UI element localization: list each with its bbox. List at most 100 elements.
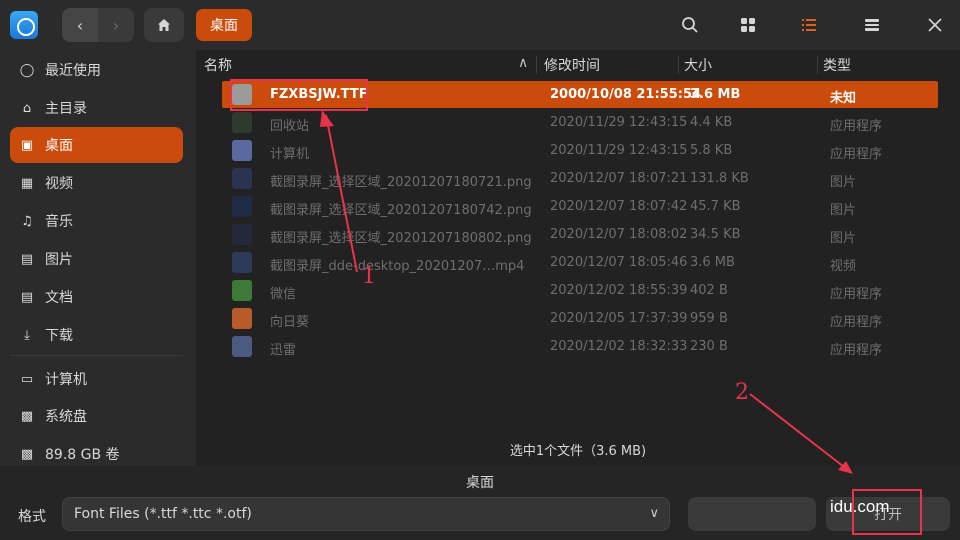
home-icon <box>158 19 170 31</box>
file-name-cell: 向日葵 <box>270 315 310 330</box>
column-separator[interactable] <box>536 56 537 74</box>
grid-view-icon <box>741 18 755 32</box>
file-modified-cell: 2020/12/02 18:32:33 <box>550 339 688 354</box>
table-row[interactable]: 截图录屏_选择区域_20201207180802.png 2020/12/07 1… <box>222 221 938 248</box>
sort-ascending-icon: ∧ <box>518 55 529 71</box>
table-row[interactable]: 计算机 2020/11/29 12:43:15 5.8 KB 应用程序 <box>222 137 938 164</box>
column-header-row: 名称 ∧ 修改时间 大小 类型 <box>196 50 960 80</box>
file-type-cell: 图片 <box>830 203 857 218</box>
column-header-size[interactable]: 大小 <box>684 55 712 75</box>
file-type-cell: 应用程序 <box>830 315 883 330</box>
history-nav: ‹ › <box>62 8 134 42</box>
column-header-name[interactable]: 名称 <box>204 55 232 75</box>
file-type-cell: 应用程序 <box>830 119 883 134</box>
sidebar-item-label: 最近使用 <box>45 63 101 79</box>
format-label: 格式 <box>18 509 46 525</box>
file-size-cell: 402 B <box>690 283 728 298</box>
file-modified-cell: 2020/12/07 18:07:21 <box>550 171 688 186</box>
file-format-select[interactable]: Font Files (*.ttf *.ttc *.otf) ∨ <box>62 497 670 531</box>
sidebar-item-computer[interactable]: ▭ 计算机 <box>10 361 183 397</box>
sidebar-item-desktop[interactable]: ▣ 桌面 <box>10 127 183 163</box>
list-view-button[interactable] <box>796 12 822 38</box>
search-button[interactable] <box>677 12 703 38</box>
file-modified-cell: 2000/10/08 21:55:54 <box>550 87 702 102</box>
sidebar-item-label: 89.8 GB 卷 <box>45 447 120 463</box>
sidebar-item-label: 音乐 <box>45 214 73 230</box>
file-name-cell: 截图录屏_dde-desktop_20201207…mp4 <box>270 259 525 274</box>
file-modified-cell: 2020/12/07 18:05:46 <box>550 255 688 270</box>
cancel-button[interactable] <box>688 497 816 531</box>
document-icon: ▤ <box>20 289 34 305</box>
file-type-cell: 未知 <box>830 91 857 106</box>
file-name-cell: FZXBSJW.TTF <box>270 87 368 102</box>
table-row[interactable]: 截图录屏_选择区域_20201207180742.png 2020/12/07 1… <box>222 193 938 220</box>
disk-icon: ▩ <box>20 408 34 424</box>
image-thumb-icon <box>232 224 252 245</box>
close-icon <box>928 18 942 32</box>
title-bar: ‹ › 桌面 <box>0 0 960 50</box>
file-modified-cell: 2020/11/29 12:43:15 <box>550 115 688 130</box>
table-row[interactable]: 截图录屏_选择区域_20201207180721.png 2020/12/07 1… <box>222 165 938 192</box>
download-icon: ⤓ <box>24 327 30 343</box>
sidebar-item-downloads[interactable]: ⤓ 下载 <box>10 317 183 353</box>
sidebar-item-videos[interactable]: ▦ 视频 <box>10 165 183 201</box>
menu-icon <box>865 19 879 31</box>
home-button[interactable] <box>144 8 184 42</box>
table-row[interactable]: 微信 2020/12/02 18:55:39 402 B 应用程序 <box>222 277 938 304</box>
forward-button[interactable]: › <box>98 8 134 42</box>
file-size-cell: 45.7 KB <box>690 199 741 214</box>
sidebar-item-label: 系统盘 <box>45 409 87 425</box>
music-icon: ♫ <box>21 213 33 229</box>
table-row[interactable]: 迅雷 2020/12/02 18:32:33 230 B 应用程序 <box>222 333 938 360</box>
file-size-cell: 34.5 KB <box>690 227 741 242</box>
file-type-cell: 应用程序 <box>830 343 883 358</box>
video-icon: ▦ <box>20 175 34 191</box>
sidebar-item-recent[interactable]: ◯ 最近使用 <box>10 52 183 88</box>
dialog-bottom-bar: 桌面 格式 Font Files (*.ttf *.ttc *.otf) ∨ 打… <box>0 466 960 540</box>
breadcrumb-desktop[interactable]: 桌面 <box>196 9 252 41</box>
image-thumb-icon <box>232 168 252 189</box>
column-separator[interactable] <box>817 56 818 74</box>
chevron-right-icon: › <box>112 15 120 35</box>
sidebar-item-label: 桌面 <box>45 138 73 154</box>
file-type-cell: 图片 <box>830 175 857 190</box>
table-row[interactable]: 回收站 2020/11/29 12:43:15 4.4 KB 应用程序 <box>222 109 938 136</box>
column-header-modified[interactable]: 修改时间 <box>544 55 600 75</box>
file-type-cell: 应用程序 <box>830 147 883 162</box>
sidebar: ◯ 最近使用 ⌂ 主目录 ▣ 桌面 ▦ 视频 ♫ 音乐 ▤ 图片 ▤ 文档 ⤓ … <box>0 50 196 492</box>
open-button[interactable]: 打开 <box>826 497 950 531</box>
file-type-cell: 视频 <box>830 259 857 274</box>
desktop-icon: ▣ <box>20 137 34 153</box>
table-row[interactable]: 截图录屏_dde-desktop_20201207…mp4 2020/12/07 … <box>222 249 938 276</box>
picture-icon: ▤ <box>20 251 34 267</box>
sidebar-item-label: 下载 <box>45 328 73 344</box>
home-icon: ⌂ <box>22 100 32 116</box>
file-name-cell: 回收站 <box>270 119 310 134</box>
sidebar-item-label: 文档 <box>45 290 73 306</box>
computer-icon <box>232 140 252 161</box>
column-header-type[interactable]: 类型 <box>823 55 851 75</box>
icon-view-button[interactable] <box>735 12 761 38</box>
sidebar-item-system-disk[interactable]: ▩ 系统盘 <box>10 398 183 434</box>
table-row[interactable]: 向日葵 2020/12/05 17:37:39 959 B 应用程序 <box>222 305 938 332</box>
sidebar-item-pictures[interactable]: ▤ 图片 <box>10 241 183 277</box>
file-name-cell: 截图录屏_选择区域_20201207180802.png <box>270 231 532 246</box>
sidebar-item-documents[interactable]: ▤ 文档 <box>10 279 183 315</box>
sidebar-item-home[interactable]: ⌂ 主目录 <box>10 90 183 126</box>
back-button[interactable]: ‹ <box>62 8 98 42</box>
file-name-cell: 截图录屏_选择区域_20201207180721.png <box>270 175 532 190</box>
computer-icon: ▭ <box>20 371 34 387</box>
video-thumb-icon <box>232 252 252 273</box>
table-row[interactable]: FZXBSJW.TTF 2000/10/08 21:55:54 3.6 MB 未知 <box>222 81 938 108</box>
file-modified-cell: 2020/12/07 18:07:42 <box>550 199 688 214</box>
clock-icon: ◯ <box>19 62 35 78</box>
column-separator[interactable] <box>678 56 679 74</box>
file-modified-cell: 2020/11/29 12:43:15 <box>550 143 688 158</box>
close-button[interactable] <box>922 12 948 38</box>
sidebar-item-label: 图片 <box>45 252 73 268</box>
sidebar-item-label: 计算机 <box>45 372 87 388</box>
sidebar-item-label: 主目录 <box>45 101 87 117</box>
sidebar-item-music[interactable]: ♫ 音乐 <box>10 203 183 239</box>
file-name-cell: 计算机 <box>270 147 310 162</box>
menu-button[interactable] <box>859 12 885 38</box>
